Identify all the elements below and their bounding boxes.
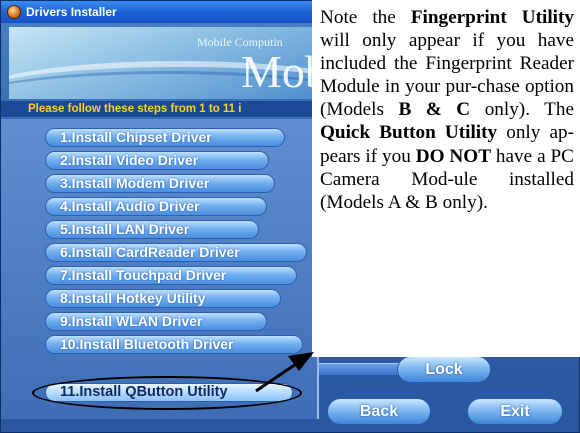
exit-button[interactable]: Exit	[467, 398, 563, 425]
annotation-note: Note the Fingerprint Utility will only a…	[312, 0, 580, 357]
mobile-computing-banner: Mobile Computin Mobi	[9, 27, 319, 99]
lock-button[interactable]: Lock	[397, 356, 491, 383]
instruction-text: Please follow these steps from 1 to 11 i	[1, 101, 321, 117]
note-models-b-c: B & C	[398, 99, 471, 121]
note-quick-button-utility: Quick Button Utility	[320, 122, 498, 144]
install-bluetooth-driver-button[interactable]: 10.Install Bluetooth Driver	[45, 335, 303, 354]
note-do-not: DO NOT	[415, 145, 492, 167]
back-button[interactable]: Back	[327, 398, 431, 425]
install-touchpad-driver-button[interactable]: 7.Install Touchpad Driver	[45, 266, 297, 285]
installer-disc-icon	[7, 5, 21, 19]
window-title: Drivers Installer	[26, 5, 117, 19]
note-text-1: Note the	[320, 7, 411, 28]
install-lan-driver-button[interactable]: 5.Install LAN Driver	[45, 220, 259, 239]
install-wlan-driver-button[interactable]: 9.Install WLAN Driver	[45, 312, 267, 331]
install-audio-driver-button[interactable]: 4.Install Audio Driver	[45, 197, 267, 216]
install-hotkey-utility-button[interactable]: 8.Install Hotkey Utility	[45, 289, 281, 308]
title-bar: Drivers Installer	[1, 1, 331, 23]
install-cardreader-driver-button[interactable]: 6.Install CardReader Driver	[45, 243, 307, 262]
install-modem-driver-button[interactable]: 3.Install Modem Driver	[45, 174, 275, 193]
lock-slider-track	[319, 363, 409, 375]
callout-ellipse	[32, 376, 302, 410]
note-text-3: only). The	[470, 99, 574, 121]
install-chipset-driver-button[interactable]: 1.Install Chipset Driver	[45, 128, 285, 147]
note-fingerprint-utility: Fingerprint Utility	[410, 7, 574, 28]
install-video-driver-button[interactable]: 2.Install Video Driver	[45, 151, 269, 170]
banner-logo-text: Mobi	[241, 46, 319, 97]
